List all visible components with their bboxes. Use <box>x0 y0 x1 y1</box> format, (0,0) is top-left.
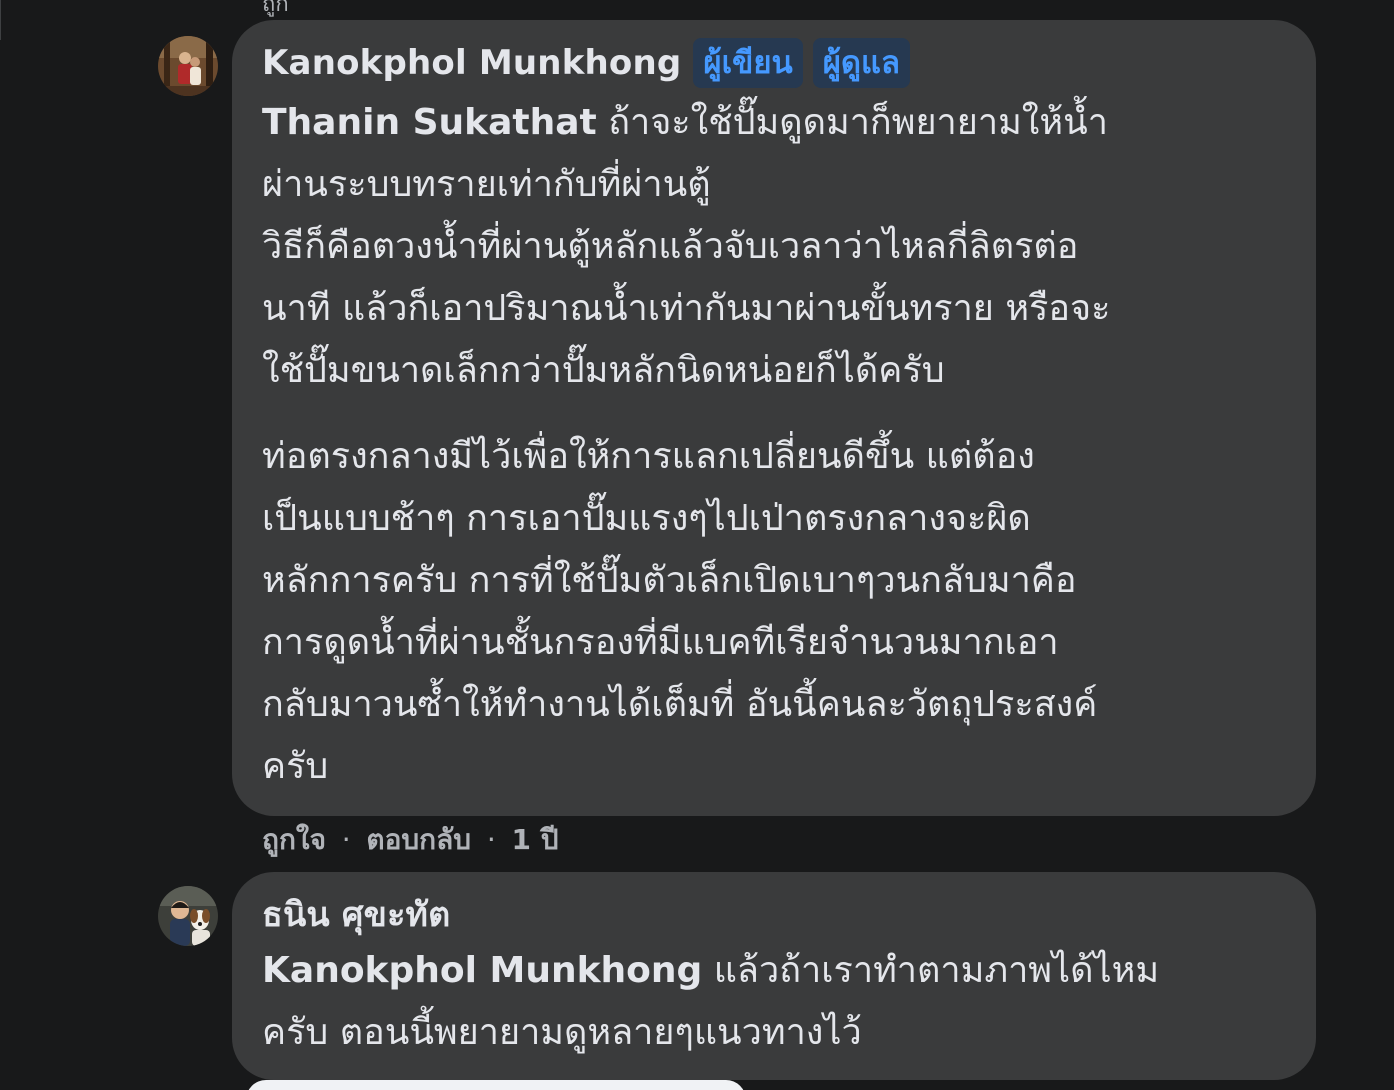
previous-comment-actions-cropped: ถูก <box>262 0 289 17</box>
comment-line: วิธีก็คือตวงน้ำที่ผ่านตู้หลักแล้วจับเวลา… <box>262 226 1079 267</box>
separator: · <box>486 823 496 856</box>
avatar-thanin[interactable] <box>158 886 218 946</box>
comment-line: การดูดน้ำที่ผ่านชั้นกรองที่มีแบคทีเรียจำ… <box>262 622 1059 663</box>
comment-body: Kanokphol Munkhong แล้วถ้าเราทำตามภาพได้… <box>262 940 1286 1064</box>
reply-link[interactable]: ตอบกลับ <box>366 823 471 856</box>
separator: · <box>341 823 351 856</box>
avatar-kanokphol[interactable] <box>158 36 218 96</box>
comment-line: กลับมาวนซ้ำให้ทำงานได้เต็มที่ อันนี้คนละ… <box>262 684 1098 725</box>
mention-link[interactable]: Thanin Sukathat <box>262 102 597 143</box>
comment-line: เป็นแบบช้าๆ การเอาปั๊มแรงๆไปเป่าตรงกลางจ… <box>262 498 1031 539</box>
comment-bubble-thanin: ธนิน ศุขะทัต Kanokphol Munkhong แล้วถ้าเ… <box>232 872 1316 1080</box>
comment-line: ใช้ปั๊มขนาดเล็กกว่าปั๊มหลักนิดหน่อยก็ได้… <box>262 350 945 391</box>
admin-badge: ผู้ดูแล <box>812 38 911 88</box>
comment-body: Thanin Sukathat ถ้าจะใช้ปั๊มดูดมาก็พยายา… <box>262 92 1286 798</box>
timestamp-link[interactable]: 1 ปี <box>511 823 558 856</box>
comment-line: นาที แล้วก็เอาปริมาณน้ำเท่ากันมาผ่านขั้น… <box>262 288 1111 329</box>
author-badge: ผู้เขียน <box>693 38 803 88</box>
like-link[interactable]: ถูกใจ <box>262 823 326 856</box>
comment-text-segment: ถ้าจะใช้ปั๊มดูดมาก็พยายามให้น้ำ <box>596 102 1108 143</box>
comment-header: Kanokphol Munkhong ผู้เขียน ผู้ดูแล <box>262 38 1286 88</box>
cropped-reaction-pill[interactable] <box>246 1080 746 1090</box>
comment-text-segment: แล้วถ้าเราทำตามภาพได้ไหม <box>702 950 1160 991</box>
comment-line: ผ่านระบบทรายเท่ากับที่ผ่านตู้ <box>262 164 711 205</box>
comment-line: หลักการครับ การที่ใช้ปั๊มตัวเล็กเปิดเบาๆ… <box>262 560 1077 601</box>
thread-line <box>0 0 1 40</box>
author-name[interactable]: ธนิน ศุขะทัต <box>262 887 450 941</box>
comment-line: Kanokphol Munkhong แล้วถ้าเราทำตามภาพได้… <box>262 940 1286 1002</box>
comment-line: ครับ ตอนนี้พยายามดูหลายๆแนวทางไว้ <box>262 1012 862 1053</box>
comment-actions: ถูกใจ · ตอบกลับ · 1 ปี <box>262 818 558 862</box>
comment-line: Thanin Sukathat ถ้าจะใช้ปั๊มดูดมาก็พยายา… <box>262 92 1286 154</box>
comment-line: ครับ <box>262 746 329 787</box>
comments-page: ถูก Kanokphol Munkhong ผู้เขียน ผู้ดูแล … <box>0 0 1394 1090</box>
comment-line: ท่อตรงกลางมีไว้เพื่อให้การแลกเปลี่ยนดีขึ… <box>262 436 1035 477</box>
author-name[interactable]: Kanokphol Munkhong <box>262 43 681 83</box>
comment-bubble-kanokphol: Kanokphol Munkhong ผู้เขียน ผู้ดูแล Than… <box>232 20 1316 816</box>
comment-header: ธนิน ศุขะทัต <box>262 890 1286 938</box>
mention-link[interactable]: Kanokphol Munkhong <box>262 950 702 991</box>
